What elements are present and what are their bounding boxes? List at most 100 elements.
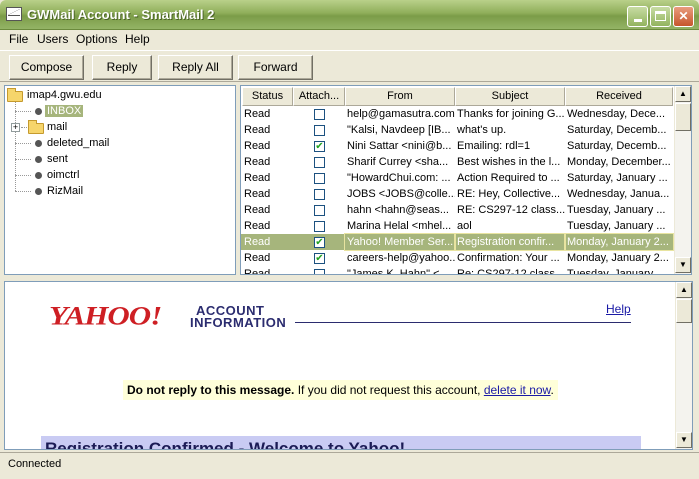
tree-guide-line — [15, 175, 31, 176]
message-received: Saturday, Decemb... — [567, 124, 667, 136]
message-subject: Best wishes in the l... — [457, 156, 561, 168]
folder-bullet-icon — [35, 172, 42, 179]
message-from: Sharif Currey <sha... — [347, 156, 449, 168]
scroll-up-button[interactable]: ▲ — [675, 86, 691, 102]
message-row[interactable]: Read "HowardChui.com: ... Action Required … — [241, 170, 673, 186]
connection-status: Connected — [8, 458, 62, 470]
message-received: Monday, December... — [567, 156, 671, 168]
minimize-button[interactable] — [627, 6, 648, 27]
message-subject: RE: Hey, Collective... — [457, 188, 561, 200]
reply-all-button[interactable]: Reply All — [158, 55, 233, 80]
message-row[interactable]: Read careers-help@yahoo... Confirmation: Y… — [241, 250, 673, 266]
message-subject: Re: CS297-12 class... — [457, 268, 564, 275]
message-row[interactable]: Read Sharif Currey <sha... Best wishes in … — [241, 154, 673, 170]
tree-item-inbox[interactable]: INBOX — [31, 104, 84, 119]
message-row[interactable]: Read Marina Helal <mhel... aol Tuesday, Jan… — [241, 218, 673, 234]
folder-icon — [28, 120, 44, 134]
menu-file[interactable]: File — [6, 31, 31, 47]
scroll-down-button[interactable]: ▼ — [675, 257, 691, 273]
folder-bullet-icon — [35, 188, 42, 195]
message-received: Saturday, January ... — [567, 172, 668, 184]
message-row[interactable]: Read JOBS <JOBS@colle... RE: Hey, Collecti… — [241, 186, 673, 202]
message-from: Marina Helal <mhel... — [347, 220, 452, 232]
tree-item-label: oimctrl — [47, 169, 80, 181]
column-received[interactable]: Received — [565, 87, 673, 106]
tree-item-oimctrl[interactable]: oimctrl — [31, 168, 79, 183]
menu-options[interactable]: Options — [73, 31, 120, 47]
preview-scrollbar[interactable]: ▲ ▼ — [675, 282, 692, 449]
message-from: hahn <hahn@seas... — [347, 204, 449, 216]
message-from: JOBS <JOBS@colle... — [347, 188, 455, 200]
message-status: Read — [244, 220, 271, 232]
message-status: Read — [244, 172, 271, 184]
message-row[interactable]: Read hahn <hahn@seas... RE: CS297-12 class… — [241, 202, 673, 218]
tree-item-rizmail[interactable]: RizMail — [31, 184, 83, 199]
attachment-checked-icon: ✔ — [314, 237, 325, 248]
message-row[interactable]: Read help@gamasutra.com Thanks for joining… — [241, 106, 673, 122]
tree-guide-line — [15, 159, 31, 160]
column-attachment[interactable]: Attach... — [293, 87, 345, 106]
message-status: Read — [244, 124, 271, 136]
message-row[interactable]: Read Yahoo! Member Ser... Registration con… — [241, 233, 674, 251]
attachment-checked-icon: ✔ — [314, 141, 325, 152]
column-status[interactable]: Status — [242, 87, 293, 106]
scroll-thumb[interactable] — [676, 299, 692, 323]
message-received: Tuesday, January ... — [567, 204, 666, 216]
column-subject[interactable]: Subject — [455, 87, 565, 106]
tree-item-sent[interactable]: sent — [31, 152, 68, 167]
message-received: Wednesday, Dece... — [567, 108, 666, 120]
attachment-checkbox — [314, 205, 325, 216]
attachment-checked-icon: ✔ — [314, 253, 325, 264]
maximize-icon — [655, 11, 666, 21]
scroll-down-button[interactable]: ▼ — [676, 432, 692, 448]
registration-banner: Registration Confirmed - Welcome to Yaho… — [41, 436, 641, 449]
expand-plus-icon[interactable]: + — [11, 123, 20, 132]
tree-item-label: sent — [47, 153, 68, 165]
scroll-thumb[interactable] — [675, 103, 691, 131]
message-subject: RE: CS297-12 class... — [457, 204, 565, 216]
status-bar: Connected — [0, 452, 699, 479]
no-reply-notice: Do not reply to this message. If you did… — [123, 380, 558, 400]
yahoo-logo: YAHOO! — [49, 300, 162, 331]
folder-open-icon — [7, 88, 23, 102]
scroll-up-button[interactable]: ▲ — [676, 282, 692, 298]
tree-root-label: imap4.gwu.edu — [27, 89, 102, 101]
message-received: Saturday, Decemb... — [567, 140, 667, 152]
message-from: careers-help@yahoo... — [347, 252, 455, 264]
message-status: Read — [244, 108, 271, 120]
compose-button[interactable]: Compose — [9, 55, 84, 80]
folder-bullet-icon — [35, 156, 42, 163]
tree-item-mail[interactable]: + mail — [11, 120, 91, 135]
message-preview: YAHOO! ACCOUNT INFORMATION Help Do not r… — [4, 281, 693, 450]
menu-users[interactable]: Users — [34, 31, 71, 47]
message-status: Read — [244, 156, 271, 168]
message-received: Monday, January 2... — [564, 233, 674, 251]
message-from: "Kalsi, Navdeep [IB... — [347, 124, 451, 136]
maximize-button[interactable] — [650, 6, 671, 27]
message-status: Read — [244, 188, 271, 200]
message-list-scrollbar[interactable]: ▲ ▼ — [674, 86, 691, 274]
message-status: Read — [244, 140, 271, 152]
tree-guide-line — [15, 111, 31, 112]
column-from[interactable]: From — [345, 87, 455, 106]
notice-end: . — [550, 383, 554, 397]
message-list: Status Attach... From Subject Received R… — [240, 85, 692, 275]
message-from: help@gamasutra.com — [347, 108, 455, 120]
delete-it-now-link[interactable]: delete it now — [484, 383, 551, 397]
message-row[interactable]: Read Nini Sattar <nini@b... Emailing: rdl=… — [241, 138, 673, 154]
tree-item-label: mail — [47, 121, 68, 133]
title-bar: GWMail Account - SmartMail 2 ✕ — [0, 0, 699, 30]
message-subject: what's up. — [457, 124, 507, 136]
menu-help[interactable]: Help — [122, 31, 153, 47]
tree-item-deleted-mail[interactable]: deleted_mail — [31, 136, 109, 151]
help-link[interactable]: Help — [606, 302, 631, 316]
tree-root-server[interactable]: imap4.gwu.edu — [7, 88, 102, 103]
tree-item-label: INBOX — [45, 105, 84, 117]
message-row[interactable]: Read "James K. Hahn" <... Re: CS297-12 cla… — [241, 266, 673, 275]
account-heading-line2: INFORMATION — [190, 315, 287, 330]
close-button[interactable]: ✕ — [673, 6, 694, 27]
message-row[interactable]: Read "Kalsi, Navdeep [IB... what's up. Satu… — [241, 122, 673, 138]
attachment-checkbox — [314, 221, 325, 232]
reply-button[interactable]: Reply — [92, 55, 152, 80]
forward-button[interactable]: Forward — [238, 55, 313, 80]
